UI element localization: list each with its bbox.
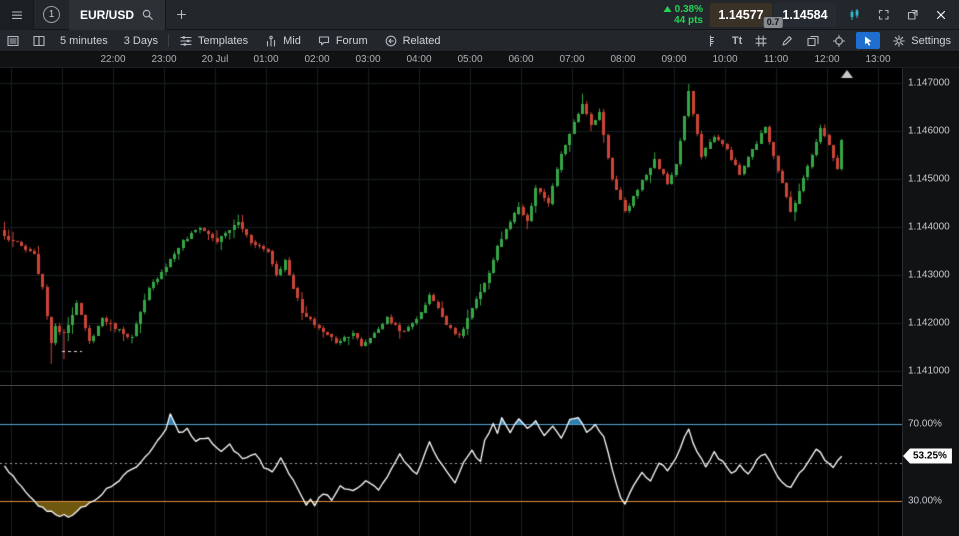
up-triangle-icon [663, 5, 672, 13]
related-icon [384, 34, 398, 48]
forum-label: Forum [336, 35, 368, 47]
layout-grid-icon [32, 34, 46, 48]
rsi-indicator-canvas[interactable] [0, 386, 902, 536]
time-axis-label: 20 Jul [202, 54, 229, 65]
list-view-button[interactable] [0, 30, 26, 52]
popout-button[interactable] [901, 4, 923, 26]
forum-icon [317, 34, 331, 48]
time-axis[interactable]: 22:00 23:00 20 Jul 01:00 02:00 03:00 04:00 05:0… [0, 52, 959, 68]
text-tool-button[interactable]: Tt [726, 30, 748, 52]
text-tool-label: Tt [732, 35, 742, 47]
toolbar-separator [168, 34, 169, 47]
cursor-pointer-icon [862, 35, 874, 47]
interval-dropdown[interactable]: 5 minutes [52, 30, 116, 52]
symbol-label: EUR/USD [80, 8, 134, 22]
ask-price[interactable]: 1.14584 [774, 3, 836, 27]
gear-icon [892, 34, 906, 48]
quote-panel: 1.14577 0.7 1.14584 [710, 3, 836, 27]
close-button[interactable] [930, 4, 952, 26]
measure-ruler-icon [706, 34, 720, 48]
grid-icon [754, 34, 768, 48]
list-view-icon [6, 34, 20, 48]
price-axis-label: 1.142000 [908, 318, 950, 329]
price-axis-label: 1.141000 [908, 366, 950, 377]
change-percent: 0.38% [675, 4, 703, 15]
time-axis-label: 05:00 [457, 54, 482, 65]
settings-button[interactable]: Settings [884, 30, 959, 52]
time-axis-label: 13:00 [865, 54, 890, 65]
price-axis-label: 1.147000 [908, 78, 950, 89]
pencil-icon [780, 34, 794, 48]
grid-tool-button[interactable] [748, 30, 774, 52]
crosshair-icon [832, 34, 846, 48]
duplicate-icon [806, 34, 820, 48]
time-axis-label: 10:00 [712, 54, 737, 65]
expand-button[interactable] [872, 4, 894, 26]
change-block: 0.38% 44 pts [663, 4, 703, 26]
search-icon[interactable] [141, 8, 154, 21]
layout-button[interactable] [26, 30, 52, 52]
crosshair-button[interactable] [826, 30, 852, 52]
related-label: Related [403, 35, 441, 47]
symbol-tab[interactable]: EUR/USD [69, 0, 166, 30]
price-style-label: Mid [283, 35, 301, 47]
templates-label: Templates [198, 35, 248, 47]
bid-price[interactable]: 1.14577 [710, 3, 772, 27]
price-axis-label: 1.144000 [908, 222, 950, 233]
price-style-dropdown[interactable]: Mid [256, 30, 309, 52]
topbar-right: 0.38% 44 pts 1.14577 0.7 1.14584 [663, 3, 959, 27]
measure-button[interactable] [700, 30, 726, 52]
price-chart-canvas[interactable] [0, 68, 902, 385]
chart-type-button[interactable] [843, 4, 865, 26]
range-dropdown[interactable]: 3 Days [116, 30, 166, 52]
time-axis-label: 06:00 [508, 54, 533, 65]
interval-label: 5 minutes [60, 35, 108, 47]
trading-app-window: 1 EUR/USD 0.38% 44 pts 1.14577 0.7 1.145… [0, 0, 959, 536]
price-axis-label: 1.143000 [908, 270, 950, 281]
time-axis-label: 12:00 [814, 54, 839, 65]
range-label: 3 Days [124, 35, 158, 47]
price-axis[interactable]: 70.00% 30.00% 53.25% 1.147000 1.146000 1.1… [902, 68, 959, 536]
time-axis-label: 04:00 [406, 54, 431, 65]
plus-icon [175, 8, 188, 21]
time-axis-label: 08:00 [610, 54, 635, 65]
rsi-current-value-tag: 53.25% [903, 449, 952, 464]
time-axis-label: 02:00 [304, 54, 329, 65]
time-axis-label: 07:00 [559, 54, 584, 65]
price-axis-label: 1.146000 [908, 126, 950, 137]
hamburger-icon [10, 8, 24, 22]
forum-button[interactable]: Forum [309, 30, 376, 52]
settings-label: Settings [911, 35, 951, 47]
close-icon [935, 9, 947, 21]
rsi-lower-level-label: 30.00% [908, 496, 942, 507]
popout-icon [906, 8, 919, 21]
add-tab-button[interactable] [166, 0, 196, 30]
panel-resize-divider[interactable] [0, 385, 959, 386]
change-points: 44 pts [674, 15, 703, 26]
rsi-upper-level-label: 70.00% [908, 419, 942, 430]
related-button[interactable]: Related [376, 30, 449, 52]
menu-button[interactable] [0, 0, 34, 30]
price-style-icon [264, 34, 278, 48]
price-axis-label: 1.145000 [908, 174, 950, 185]
time-axis-label: 23:00 [151, 54, 176, 65]
expand-icon [877, 8, 890, 21]
time-axis-label: 01:00 [253, 54, 278, 65]
draw-tools-button[interactable] [774, 30, 800, 52]
duplicate-chart-button[interactable] [800, 30, 826, 52]
spread-badge: 0.7 [764, 17, 783, 28]
chart-toolbar: 5 minutes 3 Days Templates Mid Forum Rel… [0, 30, 959, 52]
time-axis-label: 09:00 [661, 54, 686, 65]
time-axis-label: 11:00 [764, 54, 788, 65]
time-axis-label: 03:00 [355, 54, 380, 65]
time-axis-label: 22:00 [100, 54, 125, 65]
chart-number-badge: 1 [43, 6, 60, 23]
topbar: 1 EUR/USD 0.38% 44 pts 1.14577 0.7 1.145… [0, 0, 959, 30]
templates-button[interactable]: Templates [171, 30, 256, 52]
chart-type-icon [848, 8, 861, 21]
pointer-tool-button[interactable] [856, 32, 880, 49]
templates-icon [179, 34, 193, 48]
